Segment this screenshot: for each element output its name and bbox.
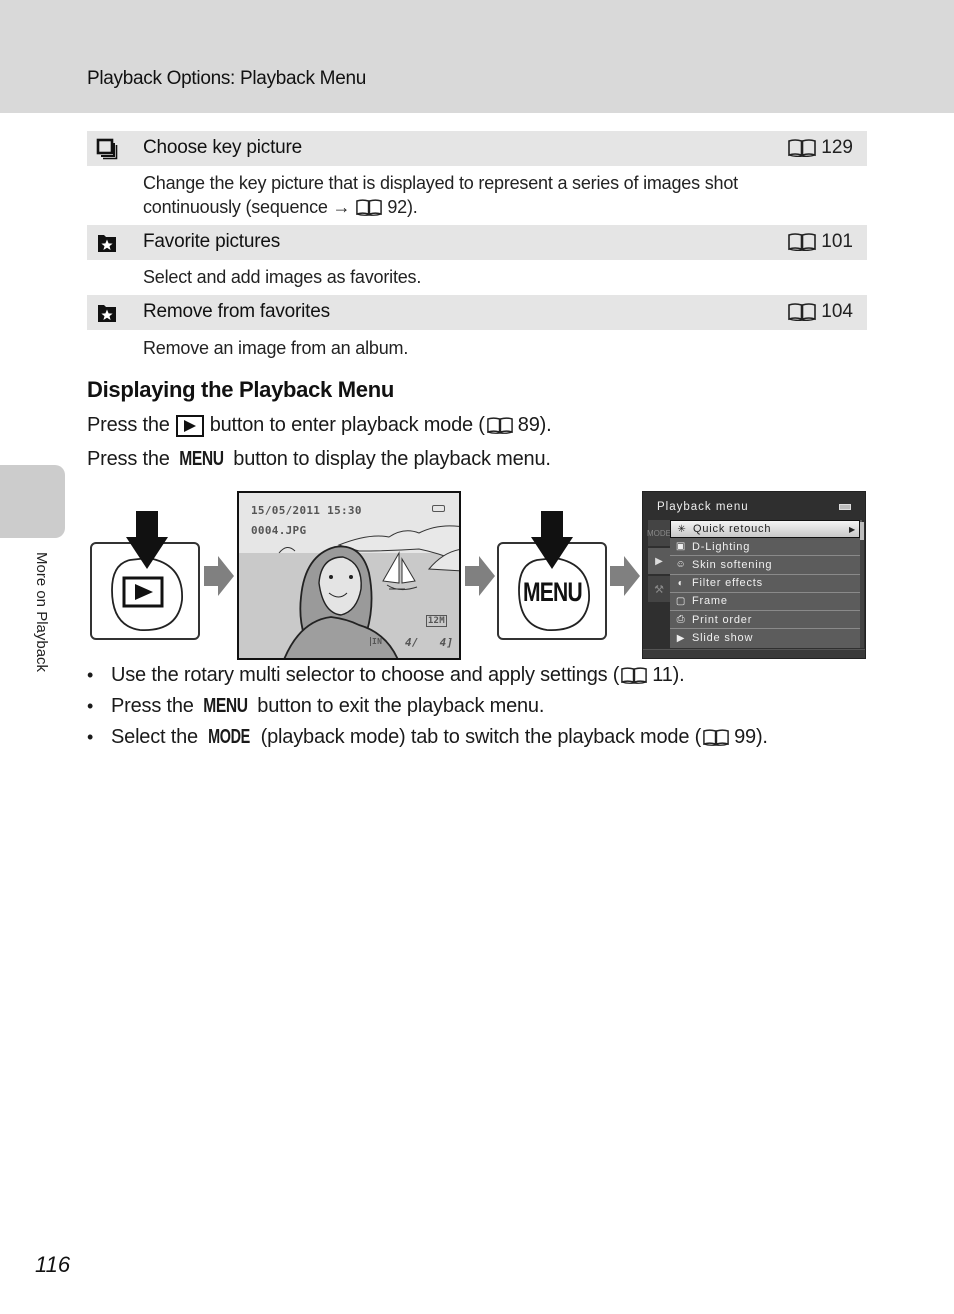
next-step-arrow-icon [610,556,640,596]
menu-item-slide-show[interactable]: ▶ Slide show [670,629,860,647]
image-size-badge: 12M [425,615,447,627]
page-reference[interactable]: 11 [652,664,673,687]
file-name: 0004.JPG [251,524,307,537]
press-arrow-icon [531,511,573,569]
menu-item-quick-retouch[interactable]: ✳ Quick retouch ▶ [670,520,860,539]
menu-item-frame[interactable]: ▢ Frame [670,593,860,611]
remove-from-favorites-icon [96,302,118,324]
playback-menu-list: ✳ Quick retouch ▶ ▣ D-Lighting ☺ Skin so… [670,520,862,648]
quick-retouch-icon: ✳ [677,523,687,535]
menu-scrollbar[interactable] [860,522,864,648]
next-step-arrow-icon [465,556,495,596]
page-reference[interactable]: 104 [788,301,853,323]
menu-item-print-order[interactable]: ⎙ Print order [670,611,860,630]
playback-menu-screen: Playback menu MODE ▶ ⚒ ✳ Quick retouch ▶… [642,491,866,659]
book-reference-icon [788,139,816,157]
submenu-caret-icon: ▶ [849,524,856,534]
bullet-item: • Use the rotary multi selector to choos… [87,664,685,687]
next-step-arrow-icon [204,556,234,596]
capture-datetime: 15/05/2011 15:30 [251,504,362,517]
favorite-pictures-icon [96,232,118,254]
menu-button-label: MENU [523,577,583,607]
page-reference[interactable]: 129 [788,137,853,159]
skin-softening-icon: ☺ [675,559,687,571]
mode-tab-icon: MODE [208,726,251,748]
battery-icon [432,505,445,512]
book-reference-icon [703,729,729,746]
playback-menu-title: Playback menu [657,501,749,513]
option-description: Remove an image from an album. [143,338,409,358]
internal-memory-indicator: IN [370,637,383,646]
book-reference-icon [621,667,647,684]
slide-show-icon: ▶ [676,632,686,644]
frame-icon: ▢ [675,595,687,607]
option-row-favorite-pictures: Favorite pictures 101 [87,225,867,260]
page-header-title: Playback Options: Playback Menu [87,68,367,89]
book-reference-icon [788,303,816,321]
tab-mode[interactable]: MODE [647,520,671,546]
chapter-tab [0,465,65,538]
page-reference[interactable]: 99 [734,726,756,749]
option-description: Select and add images as favorites. [143,267,422,287]
filter-effects-icon: ◐ [677,577,685,589]
battery-icon [839,504,851,510]
header-band [0,0,954,113]
menu-item-filter-effects[interactable]: ◐ Filter effects [670,575,860,593]
section-title: Displaying the Playback Menu [87,377,395,402]
bullet-item: • Press the MENU button to exit the play… [87,695,545,717]
option-description: Change the key picture that is displayed… [143,173,738,219]
book-reference-icon [356,199,382,216]
option-row-choose-key-picture: Choose key picture 129 [87,131,867,166]
scrollbar-thumb[interactable] [860,522,864,540]
menu-footer-bar [643,649,865,658]
step-enter-playback: Press the button to enter playback mode … [87,414,552,437]
playback-button-icon [175,414,204,437]
page-reference[interactable]: 89 [518,414,540,437]
menu-item-skin-softening[interactable]: ☺ Skin softening [670,556,860,575]
step-display-menu: Press the MENU button to display the pla… [87,448,551,470]
menu-button-icon: MENU [179,448,224,470]
option-row-remove-from-favorites: Remove from favorites 104 [87,295,867,330]
press-arrow-icon [126,511,168,569]
page-reference[interactable]: 101 [788,231,853,253]
choose-key-picture-icon [96,138,118,160]
chapter-tab-label: More on Playback [33,552,50,673]
page-number: 116 [35,1252,71,1277]
frame-counter: 4/ 4] [405,636,454,649]
book-reference-icon [487,417,513,434]
page-reference[interactable]: 92 [387,195,407,219]
bullet-item: • Select the MODE (playback mode) tab to… [87,726,768,749]
print-order-icon: ⎙ [676,614,686,626]
playback-screen-illustration: 15/05/2011 15:30 0004.JPG 12M IN 4/ 4] [237,491,461,660]
option-label: Remove from favorites [143,301,330,322]
d-lighting-icon: ▣ [675,541,687,553]
menu-item-d-lighting[interactable]: ▣ D-Lighting [670,538,860,557]
option-label: Choose key picture [143,137,303,158]
tab-playback[interactable]: ▶ [648,548,670,574]
option-label: Favorite pictures [143,231,281,252]
menu-tabs: MODE ▶ ⚒ [647,520,671,604]
book-reference-icon [788,233,816,251]
menu-button-icon: MENU [203,695,248,717]
tab-setup[interactable]: ⚒ [648,576,670,602]
